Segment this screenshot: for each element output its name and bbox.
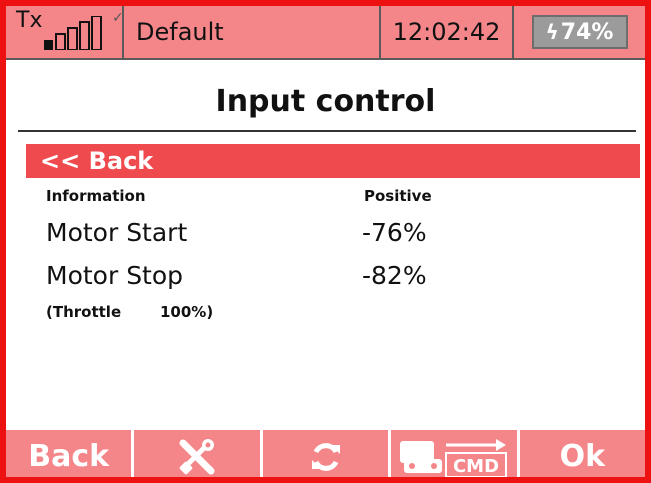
refresh-icon (311, 442, 340, 471)
cmd-softkey[interactable]: CMD (391, 430, 520, 477)
check-icon: ✓ (112, 10, 124, 26)
signal-bars-icon (44, 16, 102, 50)
status-bar: Tx ✓ Default 12:02:42 ϟ 74% (6, 6, 645, 60)
tools-softkey[interactable] (134, 430, 263, 477)
motor-start-value: -76% (362, 218, 427, 247)
tx-label: Tx (16, 8, 43, 33)
refresh-softkey[interactable] (263, 430, 392, 477)
page-title: Input control (215, 84, 436, 119)
tools-icon (179, 438, 215, 474)
information-header: Information (46, 187, 146, 205)
clock-time: 12:02:42 (381, 6, 514, 58)
lightning-icon: ϟ (545, 20, 559, 44)
battery-charging-icon: ϟ 74% (531, 15, 628, 49)
back-softkey[interactable]: Back (6, 430, 135, 477)
transmitter-cmd-icon: CMD (399, 438, 507, 477)
positive-header: Positive (364, 187, 432, 205)
motor-stop-label: Motor Stop (46, 261, 184, 290)
tx-signal-indicator: Tx ✓ (6, 6, 124, 58)
title-divider (18, 130, 636, 132)
battery-indicator: ϟ 74% (514, 6, 645, 58)
throttle-label: (Throttle (46, 303, 122, 321)
bottom-softkey-bar: Back CMD Ok (6, 430, 645, 477)
back-menu-item[interactable]: << Back (26, 144, 640, 178)
cmd-label: CMD (453, 456, 499, 477)
throttle-value: 100%) (160, 303, 214, 321)
motor-stop-value: -82% (362, 261, 427, 290)
model-profile-name[interactable]: Default (124, 6, 381, 58)
battery-level: 74% (560, 19, 614, 45)
ok-softkey[interactable]: Ok (520, 430, 645, 477)
motor-start-label: Motor Start (46, 218, 188, 247)
device-screen-frame: Tx ✓ Default 12:02:42 ϟ 74% Input contro… (0, 0, 651, 483)
